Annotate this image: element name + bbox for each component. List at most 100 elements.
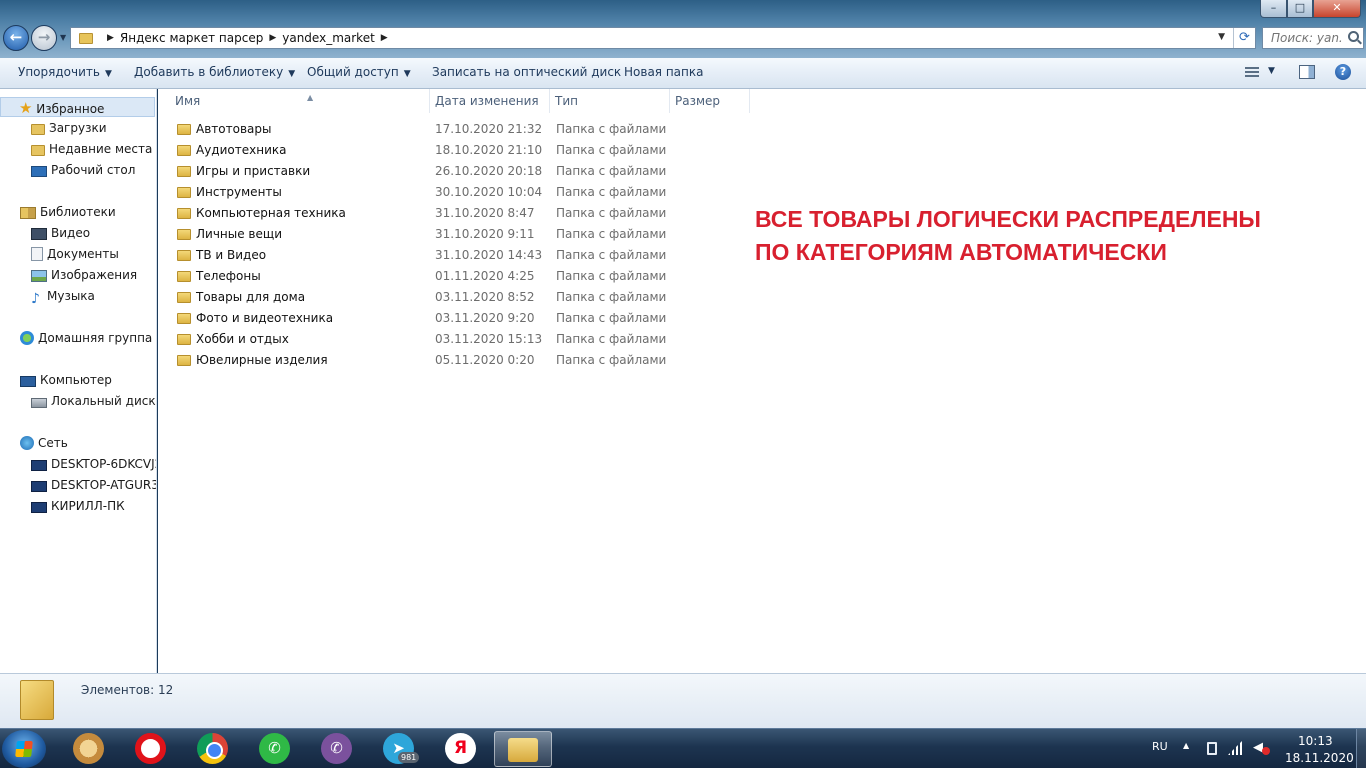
nav-favorites[interactable]: ★ Избранное	[0, 97, 155, 117]
taskbar-paint[interactable]	[60, 731, 118, 767]
sim-card-icon[interactable]	[1207, 742, 1217, 755]
chevron-right-icon[interactable]: ▶	[269, 33, 276, 43]
nav-video[interactable]: Видео	[31, 223, 90, 243]
file-row[interactable]: Аудиотехника 18.10.2020 21:10 Папка с файл…	[170, 140, 670, 161]
change-view-icon[interactable]	[1245, 67, 1259, 78]
explorer-folder-icon	[508, 738, 538, 762]
burn-disc-button[interactable]: Записать на оптический диск	[432, 58, 621, 87]
share-button[interactable]: Общий доступ ▼	[307, 58, 411, 87]
documents-icon	[31, 247, 43, 261]
nav-desktop[interactable]: Рабочий стол	[31, 160, 135, 180]
file-row[interactable]: ТВ и Видео 31.10.2020 14:43 Папка с файлам…	[170, 245, 670, 266]
file-name: Личные вещи	[196, 227, 282, 241]
monitor-icon	[31, 502, 47, 513]
add-to-library-button[interactable]: Добавить в библиотеку ▼	[134, 58, 295, 87]
search-icon[interactable]	[1348, 31, 1359, 42]
file-date: 03.11.2020 8:52	[435, 290, 535, 304]
close-button[interactable]: ✕	[1313, 0, 1361, 18]
nav-images[interactable]: Изображения	[31, 265, 137, 285]
address-bar[interactable]: ▶ Яндекс маркет парсер ▶ yandex_market ▶…	[70, 27, 1256, 49]
chevron-right-icon[interactable]: ▶	[107, 33, 114, 43]
file-name: Игры и приставки	[196, 164, 311, 178]
new-folder-button[interactable]: Новая папка	[624, 58, 703, 87]
file-row[interactable]: Хобби и отдых 03.11.2020 15:13 Папка с фай…	[170, 329, 670, 350]
show-hidden-icons-icon[interactable]: ▲	[1183, 741, 1189, 750]
folder-icon	[177, 313, 191, 324]
share-label: Общий доступ	[307, 65, 399, 79]
nav-music[interactable]: ♪ Музыка	[31, 286, 95, 307]
column-header-size[interactable]: Размер	[670, 89, 750, 113]
file-row[interactable]: Компьютерная техника 31.10.2020 8:47 Папка…	[170, 203, 670, 224]
details-pane: Элементов: 12	[0, 673, 1366, 728]
file-row[interactable]: Товары для дома 03.11.2020 8:52 Папка с фа…	[170, 287, 670, 308]
nav-net-pc2-label: DESKTOP-ATGUR38	[51, 478, 157, 492]
nav-libraries[interactable]: Библиотеки	[20, 202, 116, 222]
column-name-label: Имя	[175, 94, 201, 108]
taskbar-viber[interactable]: ✆	[308, 731, 366, 767]
file-row[interactable]: Автотовары 17.10.2020 21:32 Папка с файлам…	[170, 119, 670, 140]
file-row[interactable]: Инструменты 30.10.2020 10:04 Папка с файла…	[170, 182, 670, 203]
minimize-button[interactable]: –	[1260, 0, 1287, 18]
column-header-date[interactable]: Дата изменения	[430, 89, 550, 113]
taskbar-yandex-browser[interactable]: Я	[432, 731, 490, 767]
breadcrumb-yandex-market[interactable]: yandex_market	[282, 31, 375, 45]
taskbar-explorer[interactable]	[494, 731, 552, 767]
search-input[interactable]	[1263, 28, 1343, 48]
nav-documents[interactable]: Документы	[31, 244, 119, 264]
preview-pane-icon[interactable]	[1299, 65, 1315, 79]
nav-network[interactable]: Сеть	[20, 433, 68, 453]
mute-indicator-icon	[1262, 747, 1270, 755]
nav-homegroup[interactable]: Домашняя группа	[20, 328, 152, 348]
nav-music-label: Музыка	[47, 289, 95, 303]
nav-network-pc-3[interactable]: КИРИЛЛ-ПК	[31, 496, 125, 516]
file-name: Ювелирные изделия	[196, 353, 328, 367]
taskbar-chrome[interactable]	[184, 731, 242, 767]
maximize-button[interactable]: □	[1287, 0, 1313, 18]
column-header-type[interactable]: Тип	[550, 89, 670, 113]
nav-network-pc-1[interactable]: DESKTOP-6DKCVJ2	[31, 454, 156, 474]
clock-date[interactable]: 18.11.2020	[1285, 751, 1354, 765]
show-desktop-button[interactable]	[1356, 729, 1366, 768]
clock-time[interactable]: 10:13	[1298, 734, 1333, 748]
nav-network-pc-2[interactable]: DESKTOP-ATGUR38	[31, 475, 157, 495]
annotation-line-1: ВСЕ ТОВАРЫ ЛОГИЧЕСКИ РАСПРЕДЕЛЕНЫ	[755, 206, 1261, 232]
start-button[interactable]	[2, 730, 46, 768]
taskbar: ✆ ✆ ➤ 981 Я RU ▲ ◀ 10:13 18.11.2020	[0, 728, 1366, 768]
help-icon[interactable]: ?	[1335, 64, 1351, 80]
language-indicator[interactable]: RU	[1152, 740, 1168, 753]
address-history-dropdown-icon[interactable]: ▼	[1218, 32, 1225, 42]
nav-net-pc3-label: КИРИЛЛ-ПК	[51, 499, 125, 513]
refresh-button[interactable]: ⟳	[1233, 28, 1255, 48]
file-row[interactable]: Телефоны 01.11.2020 4:25 Папка с файлами	[170, 266, 670, 287]
taskbar-opera[interactable]	[122, 731, 180, 767]
recent-pages-dropdown-icon[interactable]: ▼	[60, 33, 66, 42]
taskbar-telegram[interactable]: ➤ 981	[370, 731, 428, 767]
breadcrumb-parser[interactable]: Яндекс маркет парсер	[120, 31, 263, 45]
nav-computer[interactable]: Компьютер	[20, 370, 112, 390]
nav-recent-places[interactable]: Недавние места	[31, 139, 152, 159]
file-name: ТВ и Видео	[196, 248, 267, 262]
nav-local-disk[interactable]: Локальный диск (C	[31, 391, 156, 411]
column-header-name[interactable]: Имя ▲	[170, 89, 430, 113]
file-name: Товары для дома	[196, 290, 306, 304]
chevron-down-icon: ▼	[104, 69, 112, 79]
file-type: Папка с файлами	[556, 269, 667, 283]
file-row[interactable]: Личные вещи 31.10.2020 9:11 Папка с файлам…	[170, 224, 670, 245]
taskbar-whatsapp[interactable]: ✆	[246, 731, 304, 767]
chevron-down-icon[interactable]: ▼	[1268, 66, 1275, 76]
file-date: 03.11.2020 9:20	[435, 311, 535, 325]
file-row[interactable]: Игры и приставки 26.10.2020 20:18 Папка с …	[170, 161, 670, 182]
search-box[interactable]	[1262, 27, 1364, 49]
signal-strength-icon[interactable]	[1228, 741, 1242, 755]
file-row[interactable]: Фото и видеотехника 03.11.2020 9:20 Папка …	[170, 308, 670, 329]
recent-places-icon	[31, 145, 45, 156]
folder-icon	[177, 145, 191, 156]
downloads-folder-icon	[31, 124, 45, 135]
back-button[interactable]: ←	[3, 25, 29, 51]
organize-menu-button[interactable]: Упорядочить ▼	[18, 58, 112, 87]
file-row[interactable]: Ювелирные изделия 05.11.2020 0:20 Папка с …	[170, 350, 670, 371]
nav-downloads[interactable]: Загрузки	[31, 118, 107, 138]
forward-button[interactable]: →	[31, 25, 57, 51]
file-date: 26.10.2020 20:18	[435, 164, 543, 178]
chevron-right-icon[interactable]: ▶	[381, 33, 388, 43]
